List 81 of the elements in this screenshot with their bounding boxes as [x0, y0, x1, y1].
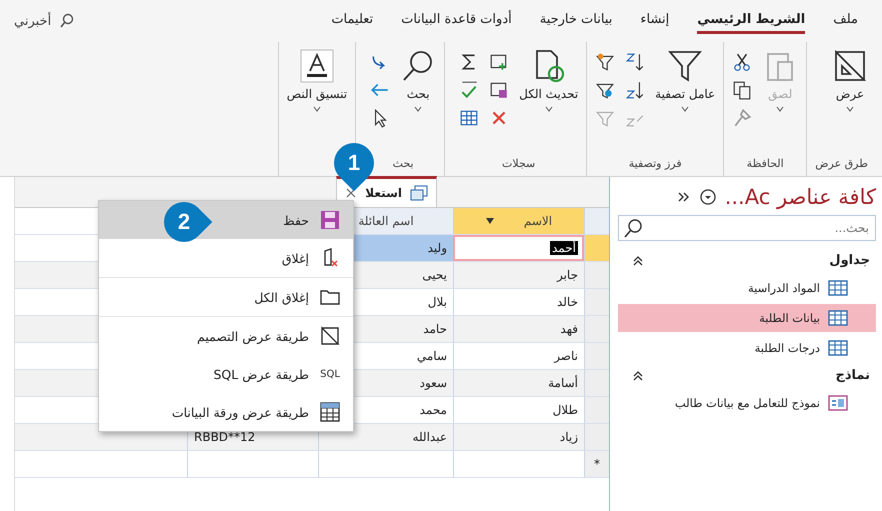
ribbon-button[interactable]: عرض: [832, 48, 868, 112]
ribbon-button[interactable]: تحديث الكل: [519, 48, 578, 112]
menu-item[interactable]: طريقة عرض التصميم: [99, 317, 353, 355]
ribbon-button[interactable]: عامل تصفية: [655, 48, 716, 112]
ribbon-tab[interactable]: الشريط الرئيسي: [697, 8, 806, 34]
close-icon[interactable]: [345, 187, 358, 199]
sort-ascending-icon[interactable]: [625, 52, 646, 72]
table-cell: يحيى: [422, 268, 447, 282]
scissors-icon[interactable]: [732, 52, 752, 72]
copy-icon[interactable]: [732, 80, 752, 100]
table-cell: جابر: [556, 268, 578, 282]
query-icon: [410, 185, 428, 201]
group-label: الحافظة: [746, 157, 785, 172]
collapse-pane-icon[interactable]: [676, 190, 691, 204]
group-label: طرق عرض: [815, 157, 868, 172]
form-icon: [828, 395, 848, 411]
table-cell: سعود: [420, 376, 447, 390]
table-cell: طلال: [552, 403, 578, 417]
menu-item[interactable]: طريقة عرض ورقة البيانات: [99, 393, 353, 431]
group-label: فرز وتصفية: [628, 157, 683, 172]
search-icon: [59, 13, 76, 29]
table-cell: زياد: [560, 430, 578, 444]
table-cell: فهد: [560, 322, 578, 336]
group-label: بحث: [392, 157, 415, 172]
table-cell: ناصر: [554, 349, 578, 363]
search-field[interactable]: بحث...: [618, 215, 876, 241]
ribbon-tab[interactable]: تعليمات: [331, 8, 374, 34]
caret-icon: [681, 106, 690, 112]
caret-icon: [544, 106, 553, 112]
table-icon: [828, 340, 848, 356]
table-cell: وليد: [428, 241, 447, 255]
dropdown-circle-icon[interactable]: [698, 188, 717, 206]
table-cell: محمد: [420, 403, 447, 417]
group-heading: نماذج: [835, 368, 870, 383]
table-cell: RBBD**12: [194, 430, 256, 444]
table-cell: سامي: [416, 349, 447, 363]
font-color-icon: [298, 48, 335, 84]
table-cell: خالد: [556, 295, 578, 309]
nav-item[interactable]: درجات الطلبة: [618, 334, 876, 362]
table-cell: حامد: [423, 322, 447, 336]
pane-title: كافة عناصر Ac...: [724, 185, 876, 209]
ribbon-tab[interactable]: إنشاء: [640, 8, 670, 34]
table-cell: أسامة: [548, 376, 578, 390]
caret-icon: [776, 106, 784, 112]
sort-descending-icon[interactable]: [625, 80, 646, 100]
filter-selection-icon[interactable]: [595, 52, 616, 72]
table-cell: عبدالله: [412, 430, 447, 444]
ribbon-tab[interactable]: أدوات قاعدة البيانات: [401, 8, 512, 34]
save-record-icon[interactable]: [489, 80, 510, 100]
menu-item[interactable]: إغلاق الكل: [99, 278, 353, 317]
save-icon: [319, 209, 341, 231]
table-icon: [828, 280, 848, 296]
nav-item[interactable]: نموذج للتعامل مع بيانات طالب: [618, 389, 876, 417]
caret-icon: [312, 106, 321, 112]
table-icon: [319, 401, 341, 423]
column-header[interactable]: الاسم: [453, 208, 584, 234]
nav-item[interactable]: المواد الدراسية: [618, 274, 876, 302]
ribbon-tab[interactable]: بيانات خارجية: [540, 8, 612, 34]
chevron-icon[interactable]: [632, 370, 644, 382]
select-all-cell[interactable]: [584, 208, 609, 234]
group-label: سجلات: [501, 157, 536, 172]
spelling-check-icon[interactable]: [459, 80, 480, 100]
funnel-icon: [667, 48, 704, 84]
nav-item[interactable]: بيانات الطلبة: [618, 304, 876, 332]
sql-icon: SQL: [319, 368, 341, 380]
dropdown-arrow-icon[interactable]: [486, 218, 494, 224]
caret-icon: [414, 106, 422, 112]
ribbon-button[interactable]: تنسيق النص: [286, 48, 348, 112]
table-cell: بلال: [428, 295, 447, 309]
new-row-marker: *: [594, 457, 600, 471]
table-icon: [828, 310, 848, 326]
group-heading: جداول: [829, 253, 870, 268]
grid-icon[interactable]: [459, 108, 480, 128]
ribbon-button[interactable]: بحث: [400, 48, 436, 112]
menu-item[interactable]: إغلاق: [99, 239, 353, 278]
ribbon-tab[interactable]: ملف: [833, 8, 858, 34]
caret-icon: [846, 106, 854, 112]
table-cell: أحمد: [550, 241, 578, 255]
chevron-icon[interactable]: [632, 254, 644, 266]
search-icon: [622, 217, 644, 239]
tell-me-field[interactable]: أخبرني: [14, 13, 76, 29]
